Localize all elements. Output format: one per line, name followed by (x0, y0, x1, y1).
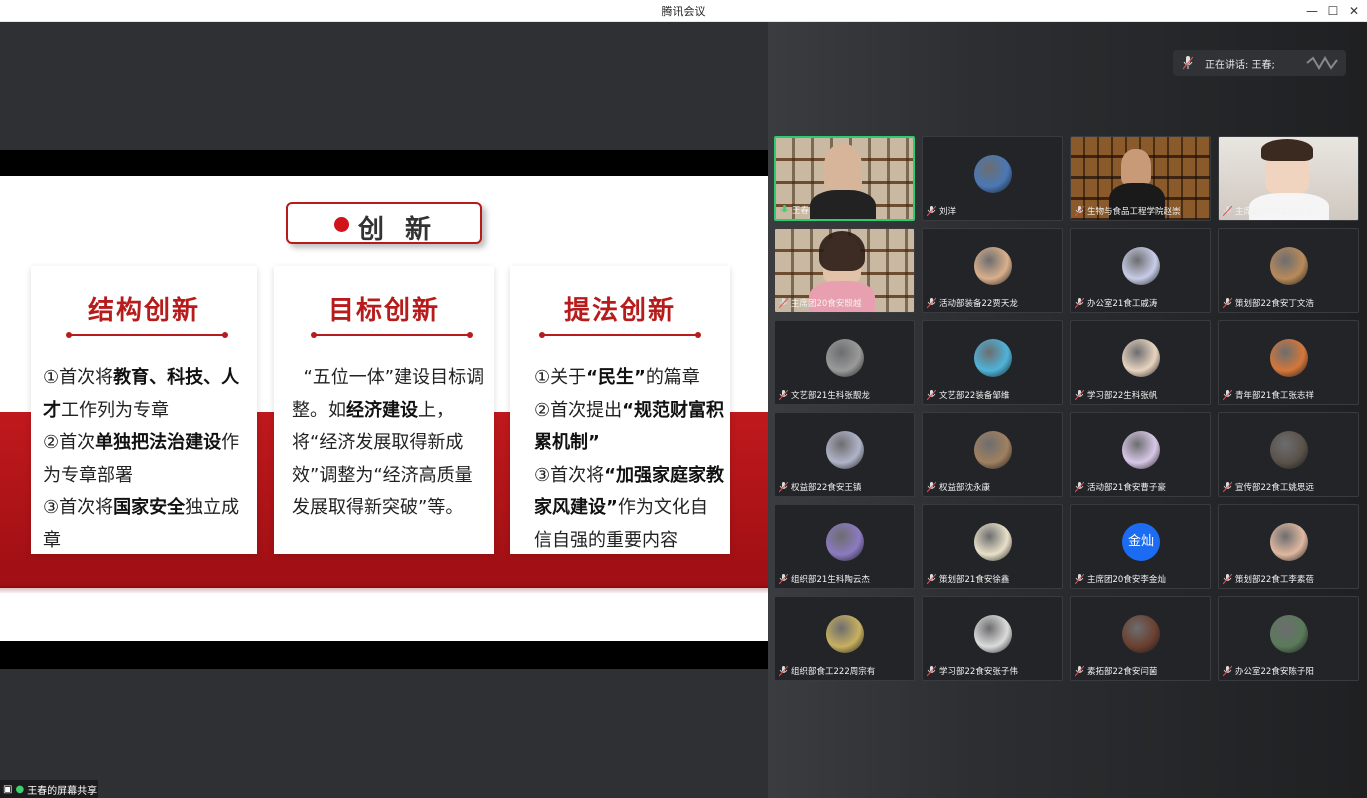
participant-name: 活动部装备22贾天龙 (927, 297, 1018, 309)
card-expression: 提法创新 ①关于“民生”的篇章 ②首次提出“规范财富积累机制” ③首次将“加强家庭家… (510, 266, 730, 554)
participant-name: 主席团20食安李金灿 (1075, 573, 1166, 585)
screen-icon: ▣ (3, 783, 13, 795)
participant-tile[interactable]: 权益部22食安王镇 (774, 412, 915, 497)
title-bar: 腾讯会议 — ☐ ✕ (0, 0, 1367, 22)
participant-tile[interactable]: 组织部食工222周宗有 (774, 596, 915, 681)
participant-name: 组织部21生科陶云杰 (779, 573, 870, 585)
window-title: 腾讯会议 (661, 5, 706, 18)
participants-panel: 正在讲话: 王春; 王春 刘洋 生物与食品工程学院赵崇 主席团20食工孙兴达主席团20… (768, 22, 1367, 798)
active-speaker-label: 正在讲话: 王春; (1205, 60, 1275, 71)
participant-tile[interactable]: 素拓部22食安闫菌 (1070, 596, 1211, 681)
avatar (826, 615, 864, 653)
participant-name: 学习部22食安张子伟 (927, 665, 1018, 677)
participant-tile[interactable]: 宣传部22食工姚思远 (1218, 412, 1359, 497)
participant-tile[interactable]: 策划部21食安徐鑫 (922, 504, 1063, 589)
avatar (1122, 431, 1160, 469)
avatar (1122, 615, 1160, 653)
participant-tile[interactable]: 文艺部21生科张靓龙 (774, 320, 915, 405)
participant-name: 青年部21食工张志祥 (1223, 389, 1314, 401)
microphone-icon: ● (15, 783, 25, 795)
participant-name: 学习部22生科张帆 (1075, 389, 1157, 401)
minimize-icon[interactable]: — (1302, 2, 1322, 20)
participant-tile[interactable]: 刘洋 (922, 136, 1063, 221)
participant-tile[interactable]: 金灿主席团20食安李金灿 (1070, 504, 1211, 589)
participant-tile[interactable]: 组织部21生科陶云杰 (774, 504, 915, 589)
maximize-icon[interactable]: ☐ (1323, 2, 1343, 20)
participant-tile[interactable]: 文艺部22装备邹维 (922, 320, 1063, 405)
avatar (974, 247, 1012, 285)
participant-name: 刘洋 (927, 205, 956, 217)
avatar (1270, 339, 1308, 377)
participant-tile[interactable]: 办公室21食工戚涛 (1070, 228, 1211, 313)
avatar (974, 339, 1012, 377)
participant-name: 文艺部21生科张靓龙 (779, 389, 870, 401)
avatar (826, 523, 864, 561)
participant-name: 办公室22食安陈子阳 (1223, 665, 1314, 677)
participant-name: 策划部22食安丁文浩 (1223, 297, 1314, 309)
participant-name: 权益部22食安王镇 (779, 481, 861, 493)
card-body: ①首次将教育、科技、人才工作列为专章 ②首次单独把法治建设作为专章部署 ③首次将国家… (43, 367, 240, 551)
microphone-icon (1183, 56, 1193, 70)
participant-tile[interactable]: 活动部装备22贾天龙 (922, 228, 1063, 313)
screen-share-label: 王春的屏幕共享 (27, 785, 98, 797)
participant-tile[interactable]: 主席团20食工孙兴达 (1218, 136, 1359, 221)
shared-screen: 创 新 结构创新 ①首次将教育、科技、人才工作列为专章 ②首次单独把法治建设作为专… (0, 22, 768, 798)
participant-tile[interactable]: 权益部沈永康 (922, 412, 1063, 497)
card-heading: 目标创新 (327, 296, 440, 326)
participant-tile[interactable]: 生物与食品工程学院赵崇 (1070, 136, 1211, 221)
slide-title: 创 新 (358, 215, 438, 245)
participant-tile[interactable]: 活动部21食安曹子豪 (1070, 412, 1211, 497)
participant-name: 主席团20食工孙兴达 (1223, 205, 1314, 217)
participant-name: 策划部22食工李素蓓 (1223, 573, 1314, 585)
card-body: “五位一体”建设目标调整。如经济建设上，将“经济发展取得新成效”调整为“经济高质… (292, 367, 485, 518)
avatar (1270, 523, 1308, 561)
participant-tile[interactable]: 青年部21食工张志祥 (1218, 320, 1359, 405)
avatar: 金灿 (1122, 523, 1160, 561)
participant-name: 办公室21食工戚涛 (1075, 297, 1157, 309)
participant-name: 活动部21食安曹子豪 (1075, 481, 1166, 493)
participant-tile[interactable]: 学习部22食安张子伟 (922, 596, 1063, 681)
audio-wave-icon (1306, 56, 1338, 70)
participant-tile[interactable]: 办公室22食安陈子阳 (1218, 596, 1359, 681)
card-structure: 结构创新 ①首次将教育、科技、人才工作列为专章 ②首次单独把法治建设作为专章部署 ③… (31, 266, 257, 554)
avatar (1270, 247, 1308, 285)
presentation-slide: 创 新 结构创新 ①首次将教育、科技、人才工作列为专章 ②首次单独把法治建设作为专… (0, 176, 768, 641)
participant-name: 宣传部22食工姚思远 (1223, 481, 1314, 493)
avatar (974, 615, 1012, 653)
participant-tile[interactable]: 策划部22食工李素蓓 (1218, 504, 1359, 589)
participant-name: 策划部21食安徐鑫 (927, 573, 1009, 585)
avatar (974, 155, 1012, 193)
avatar (974, 431, 1012, 469)
participant-name: 王春 (780, 204, 809, 216)
avatar (1122, 339, 1160, 377)
participant-name: 生物与食品工程学院赵崇 (1075, 205, 1181, 217)
close-icon[interactable]: ✕ (1344, 2, 1364, 20)
card-heading: 结构创新 (87, 296, 200, 326)
participant-name: 素拓部22食安闫菌 (1075, 665, 1157, 677)
participant-tile[interactable]: 主席团20食安殷越 (774, 228, 915, 313)
screen-share-status[interactable]: ▣ ● 王春的屏幕共享 (0, 780, 98, 798)
active-speaker-indicator: 正在讲话: 王春; (1173, 50, 1346, 76)
bullet-dot-icon (334, 217, 349, 232)
avatar (1270, 431, 1308, 469)
participant-tile[interactable]: 王春 (774, 136, 915, 221)
card-goal: 目标创新 “五位一体”建设目标调整。如经济建设上，将“经济发展取得新成效”调整为… (274, 266, 494, 554)
avatar (826, 339, 864, 377)
card-heading: 提法创新 (563, 296, 676, 326)
participant-name: 权益部沈永康 (927, 481, 990, 493)
avatar (1122, 247, 1160, 285)
slide-title-box: 创 新 (286, 202, 482, 245)
participant-tile[interactable]: 学习部22生科张帆 (1070, 320, 1211, 405)
avatar (974, 523, 1012, 561)
avatar (1270, 615, 1308, 653)
participant-name: 主席团20食安殷越 (779, 297, 861, 309)
participant-tile[interactable]: 策划部22食安丁文浩 (1218, 228, 1359, 313)
card-body: ①关于“民生”的篇章 ②首次提出“规范财富积累机制” ③首次将“加强家庭家教家风建设… (534, 367, 724, 551)
participant-name: 组织部食工222周宗有 (779, 665, 875, 677)
avatar (826, 431, 864, 469)
participant-name: 文艺部22装备邹维 (927, 389, 1009, 401)
